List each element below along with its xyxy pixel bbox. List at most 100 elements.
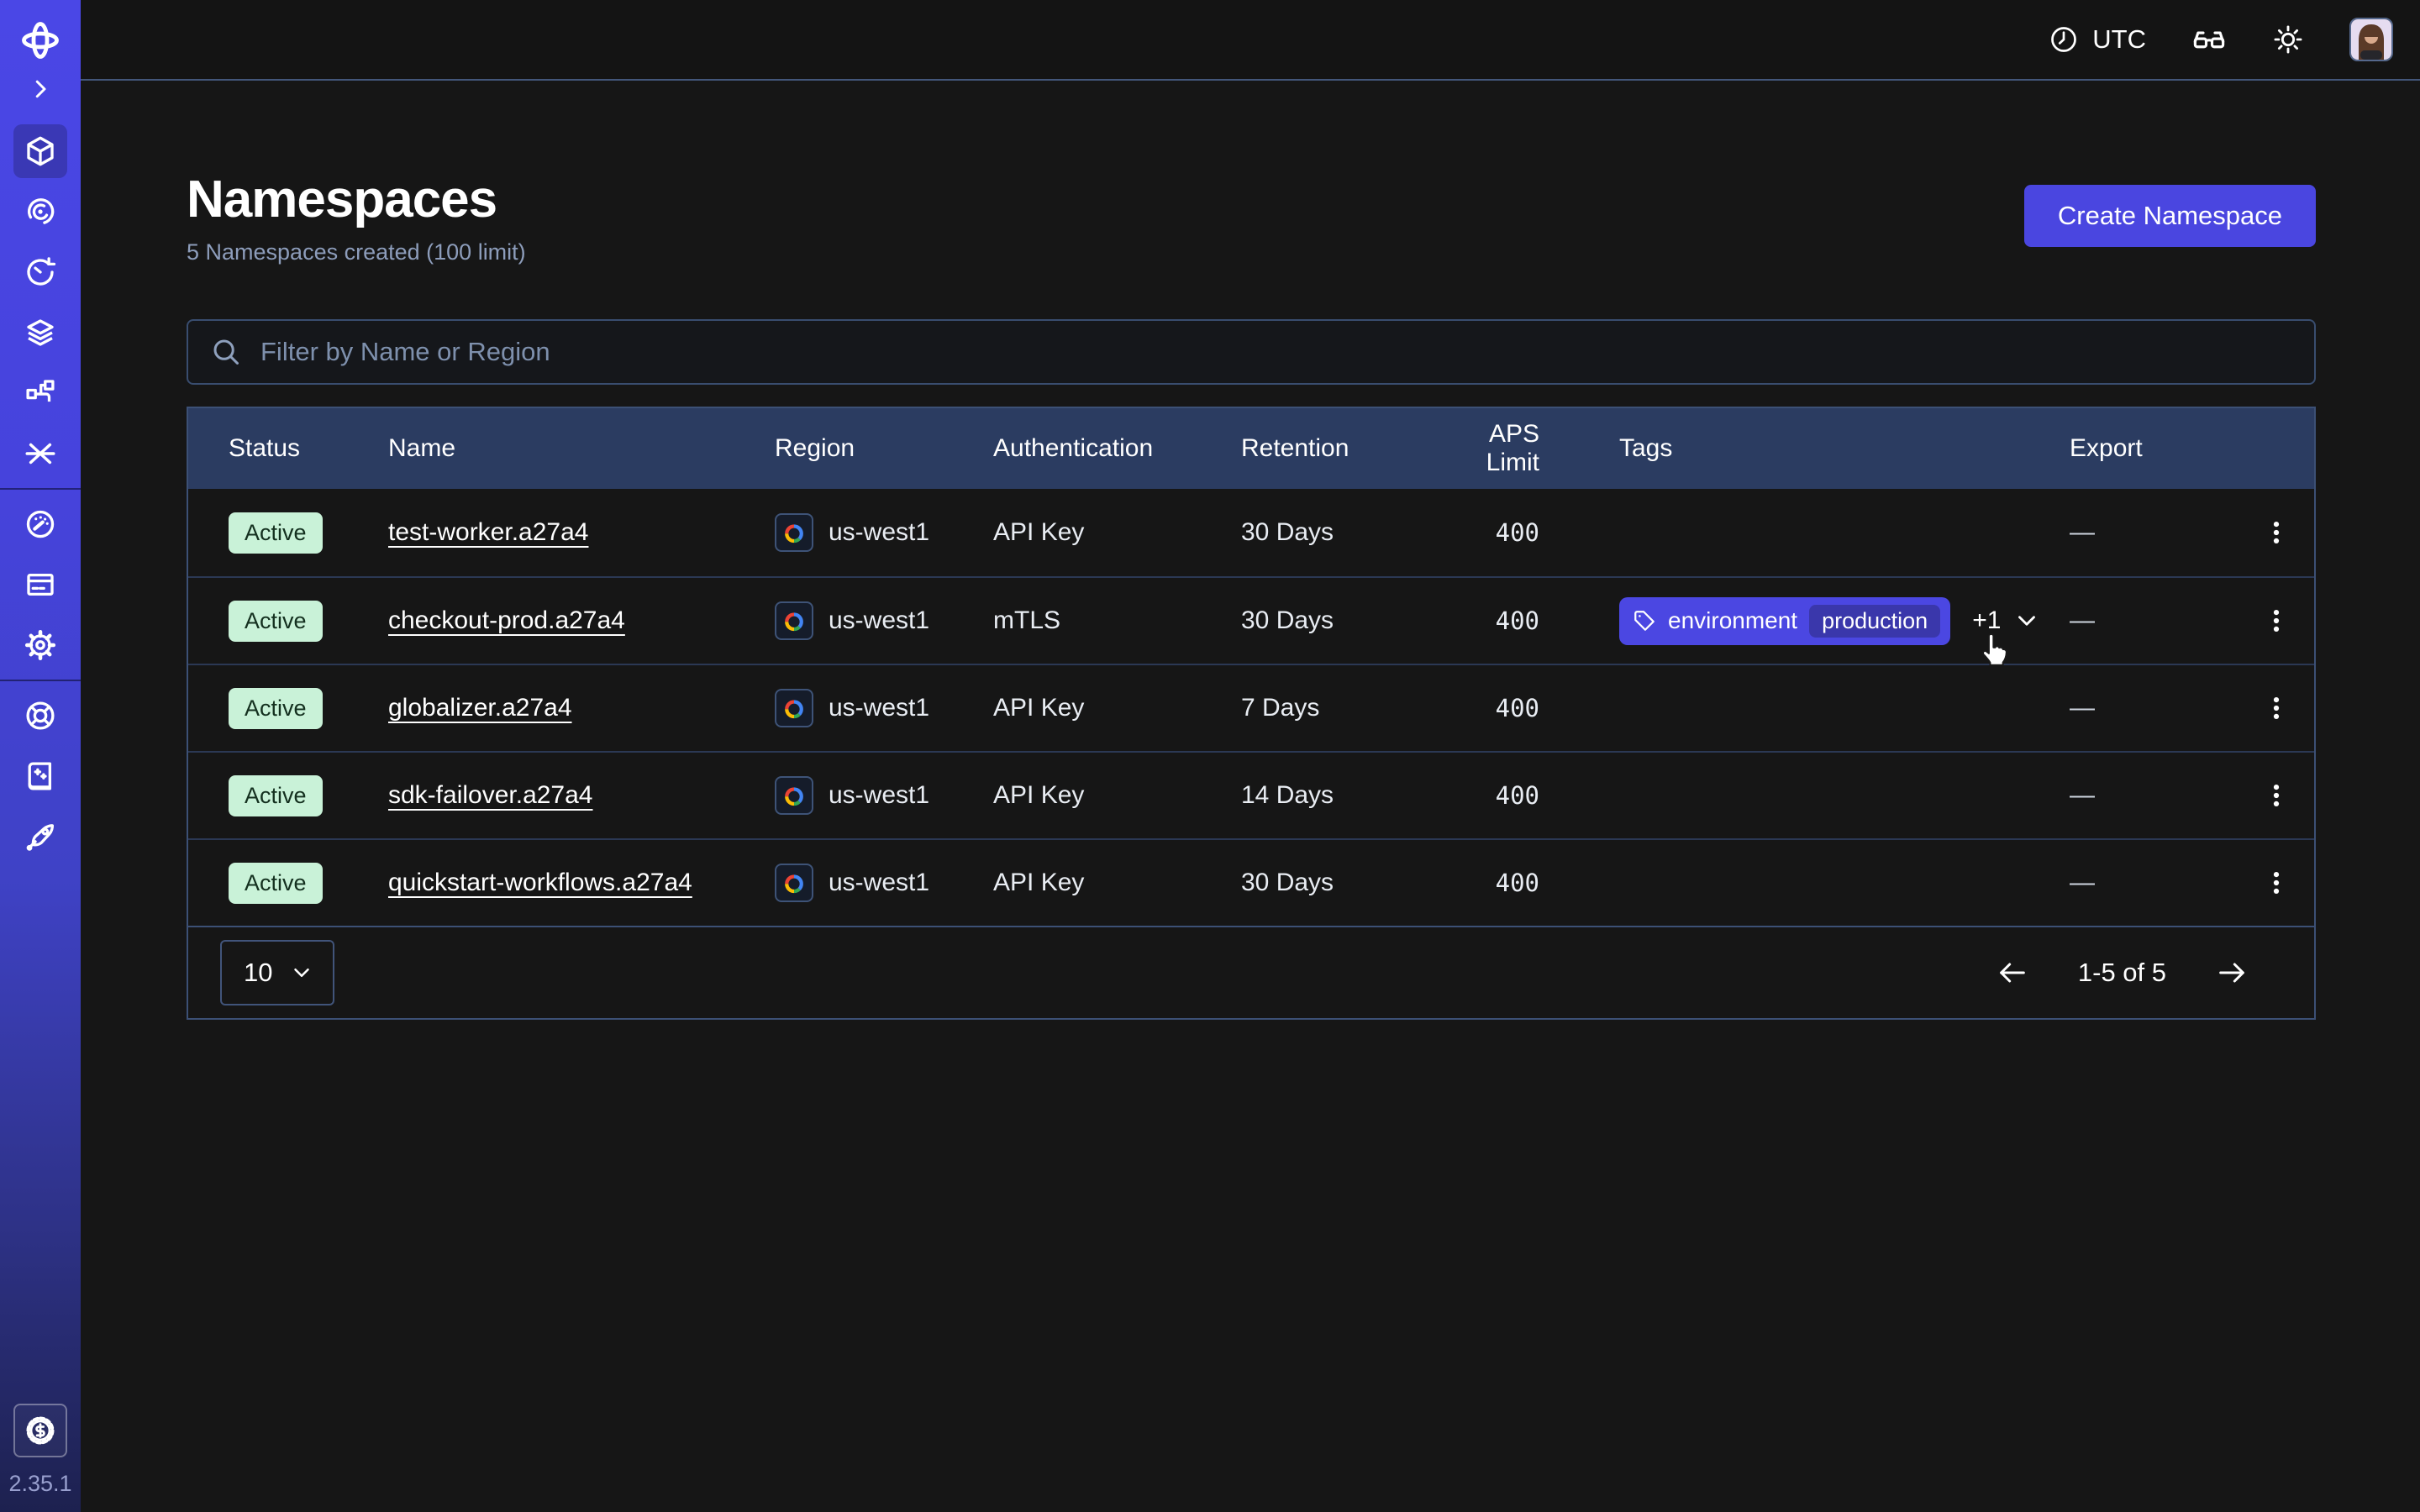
table-footer: 10 1-5 of 5 bbox=[188, 926, 2314, 1018]
tag-expand-button[interactable] bbox=[2012, 606, 2041, 635]
region-label: us-west1 bbox=[829, 606, 929, 635]
page-size-value: 10 bbox=[244, 958, 272, 988]
timezone-label: UTC bbox=[2092, 24, 2146, 55]
lifebuoy-icon bbox=[13, 689, 67, 743]
user-avatar[interactable] bbox=[2349, 18, 2393, 61]
search-icon bbox=[210, 336, 242, 368]
auth-label: API Key bbox=[993, 518, 1241, 547]
tag-icon bbox=[1633, 609, 1656, 633]
namespaces-page: Namespaces 5 Namespaces created (100 lim… bbox=[81, 82, 2420, 1020]
sidebar-item-deployments[interactable] bbox=[0, 302, 81, 363]
col-export: Export bbox=[2070, 434, 2238, 463]
docs-book-icon bbox=[13, 749, 67, 803]
sidebar-divider bbox=[0, 680, 81, 681]
pagination-range: 1-5 of 5 bbox=[2078, 958, 2166, 988]
tag-key: environment bbox=[1668, 607, 1797, 634]
retention-label: 30 Days bbox=[1241, 518, 1434, 547]
region-label: us-west1 bbox=[829, 781, 929, 810]
page-size-select[interactable]: 10 bbox=[220, 940, 334, 1005]
tag-overflow-count: +1 bbox=[1972, 606, 2001, 635]
temporal-logo-icon bbox=[18, 18, 62, 62]
status-badge: Active bbox=[229, 863, 323, 904]
col-tags: Tags bbox=[1539, 434, 2070, 463]
theme-toggle-button[interactable] bbox=[2272, 24, 2304, 55]
sidebar-item-batch-operations[interactable] bbox=[0, 363, 81, 423]
page-title: Namespaces bbox=[187, 170, 526, 229]
row-actions-button[interactable] bbox=[2238, 518, 2314, 547]
google-cloud-icon bbox=[775, 513, 813, 552]
glasses-icon bbox=[2191, 22, 2227, 57]
google-cloud-icon bbox=[775, 601, 813, 640]
google-cloud-icon bbox=[775, 864, 813, 902]
row-actions-button[interactable] bbox=[2238, 869, 2314, 897]
timezone-selector[interactable]: UTC bbox=[2049, 24, 2146, 55]
sidebar-item-schedules[interactable] bbox=[0, 242, 81, 302]
rocket-icon bbox=[13, 810, 67, 864]
namespace-link[interactable]: sdk-failover.a27a4 bbox=[388, 781, 593, 809]
retention-label: 30 Days bbox=[1241, 869, 1434, 897]
sidebar-divider bbox=[0, 488, 81, 490]
row-actions-button[interactable] bbox=[2238, 694, 2314, 722]
app-version: 2.35.1 bbox=[8, 1471, 71, 1497]
pipeline-icon bbox=[13, 366, 67, 420]
table-row: Active globalizer.a27a4 us-west1 API Key… bbox=[188, 664, 2314, 751]
region-label: us-west1 bbox=[829, 518, 929, 547]
sun-icon bbox=[2272, 24, 2304, 55]
billing-card-icon bbox=[13, 558, 67, 612]
sidebar-item-support[interactable] bbox=[0, 685, 81, 746]
status-badge: Active bbox=[229, 512, 323, 554]
namespaces-cube-icon bbox=[13, 124, 67, 178]
export-value: — bbox=[2070, 869, 2238, 897]
col-region: Region bbox=[775, 434, 993, 463]
namespace-link[interactable]: test-worker.a27a4 bbox=[388, 518, 588, 546]
gear-icon bbox=[13, 618, 67, 672]
namespace-link[interactable]: globalizer.a27a4 bbox=[388, 694, 572, 722]
namespace-link[interactable]: checkout-prod.a27a4 bbox=[388, 606, 625, 634]
layers-icon bbox=[13, 306, 67, 360]
retention-label: 14 Days bbox=[1241, 781, 1434, 810]
table-row: Active test-worker.a27a4 us-west1 API Ke… bbox=[188, 489, 2314, 576]
namespace-filter bbox=[187, 319, 2316, 385]
sidebar-item-namespaces[interactable] bbox=[0, 121, 81, 181]
sidebar-item-billing[interactable] bbox=[0, 554, 81, 615]
page-subtitle: 5 Namespaces created (100 limit) bbox=[187, 239, 526, 265]
export-value: — bbox=[2070, 694, 2238, 722]
table-row: Active quickstart-workflows.a27a4 us-wes… bbox=[188, 838, 2314, 926]
workflows-spiral-icon bbox=[13, 185, 67, 239]
next-page-button[interactable] bbox=[2215, 956, 2249, 990]
col-name: Name bbox=[388, 434, 775, 463]
search-input[interactable] bbox=[187, 319, 2316, 385]
table-row: Active sdk-failover.a27a4 us-west1 API K… bbox=[188, 751, 2314, 838]
google-cloud-icon bbox=[775, 776, 813, 815]
previous-page-button[interactable] bbox=[1996, 956, 2029, 990]
sidebar-item-workflows[interactable] bbox=[0, 181, 81, 242]
auth-label: API Key bbox=[993, 694, 1241, 722]
sidebar-item-getting-started[interactable] bbox=[0, 806, 81, 867]
labs-toggle-button[interactable] bbox=[2191, 22, 2227, 57]
sidebar-item-docs[interactable] bbox=[0, 746, 81, 806]
region-label: us-west1 bbox=[829, 869, 929, 897]
sidebar-item-nexus[interactable] bbox=[0, 423, 81, 484]
export-value: — bbox=[2070, 518, 2238, 547]
row-actions-button[interactable] bbox=[2238, 781, 2314, 810]
sidebar-expand-button[interactable] bbox=[0, 69, 81, 109]
sidebar-item-settings[interactable] bbox=[0, 615, 81, 675]
retention-label: 30 Days bbox=[1241, 606, 1434, 635]
retention-label: 7 Days bbox=[1241, 694, 1434, 722]
status-badge: Active bbox=[229, 688, 323, 729]
pricing-button[interactable] bbox=[13, 1404, 67, 1457]
col-aps-limit: APS Limit bbox=[1434, 420, 1539, 477]
namespaces-table: Status Name Region Authentication Retent… bbox=[187, 407, 2316, 1020]
namespace-link[interactable]: quickstart-workflows.a27a4 bbox=[388, 869, 692, 896]
col-retention: Retention bbox=[1241, 434, 1434, 463]
status-badge: Active bbox=[229, 775, 323, 816]
tag-chip[interactable]: environment production bbox=[1619, 597, 1950, 645]
aps-limit-value: 400 bbox=[1434, 781, 1539, 810]
price-badge-icon bbox=[24, 1414, 57, 1447]
auth-label: mTLS bbox=[993, 606, 1241, 635]
row-actions-button[interactable] bbox=[2238, 606, 2314, 635]
table-header-row: Status Name Region Authentication Retent… bbox=[188, 408, 2314, 489]
sidebar-item-usage[interactable] bbox=[0, 494, 81, 554]
create-namespace-button[interactable]: Create Namespace bbox=[2024, 185, 2316, 247]
region-label: us-west1 bbox=[829, 694, 929, 722]
